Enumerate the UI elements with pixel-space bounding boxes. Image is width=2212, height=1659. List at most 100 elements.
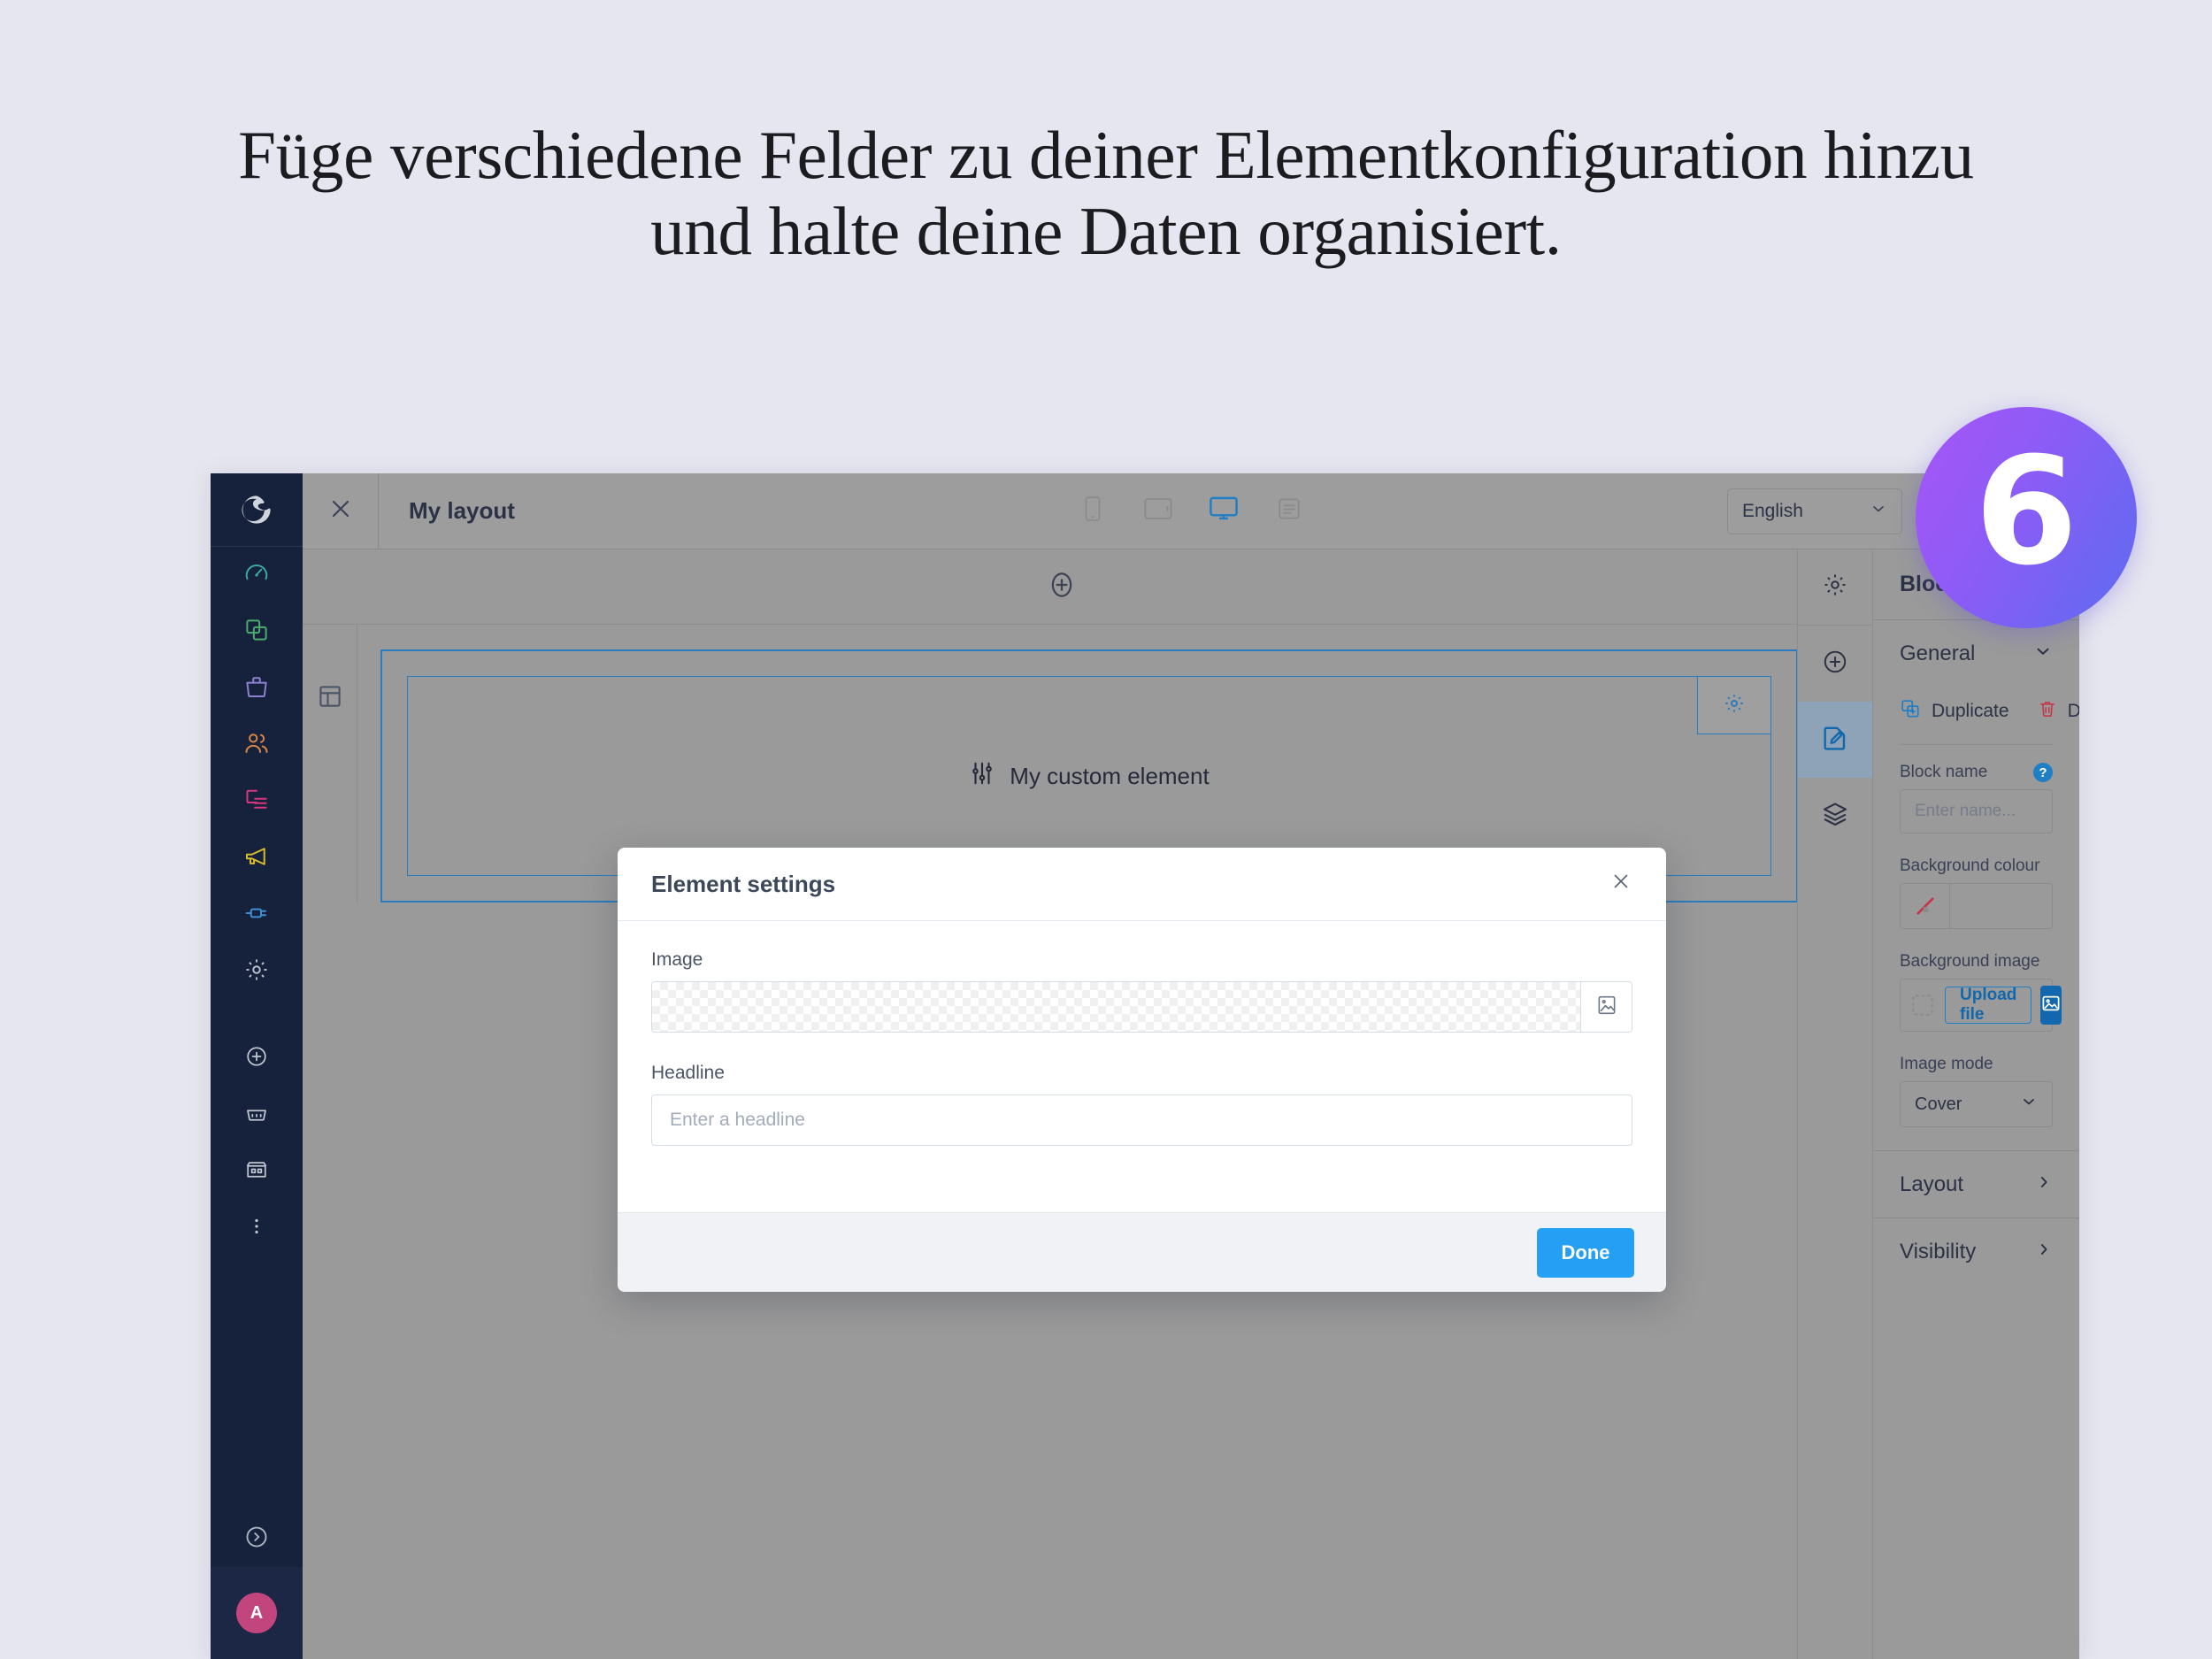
layout-title: My layout <box>409 497 515 524</box>
chevron-down-icon <box>1870 500 1887 523</box>
avatar-initial: A <box>236 1593 277 1633</box>
layout-columns-icon <box>317 683 343 902</box>
block-name-label: Block name <box>1900 763 1988 781</box>
image-icon <box>1595 994 1618 1021</box>
panel-section-visibility[interactable]: Visibility <box>1873 1217 2079 1285</box>
help-icon[interactable]: ? <box>2033 763 2053 782</box>
modal-headline-label: Headline <box>651 1063 725 1083</box>
device-tablet-button[interactable] <box>1138 491 1179 532</box>
bag-icon <box>243 673 270 704</box>
device-mobile-button[interactable] <box>1072 491 1113 532</box>
modal-footer: Done <box>618 1212 1666 1292</box>
modal-close-button[interactable] <box>1609 870 1632 898</box>
sliders-icon <box>969 760 995 793</box>
sidebar-quick-add[interactable] <box>211 1030 303 1087</box>
main-sidebar: A <box>211 473 303 1659</box>
speedometer-icon <box>243 560 270 591</box>
trash-icon <box>2038 699 2057 724</box>
sidebar-item-extensions[interactable] <box>211 887 303 943</box>
sidebar-quick-basket[interactable] <box>211 1087 303 1143</box>
modal-title: Element settings <box>651 870 836 897</box>
tablet-icon <box>1143 496 1173 526</box>
done-button[interactable]: Done <box>1537 1227 1634 1278</box>
store-icon <box>244 1157 269 1187</box>
modal-body: Image Headline Enter a headline <box>618 921 1666 1146</box>
duplicate-button[interactable]: Duplicate <box>1900 698 2009 725</box>
image-mode-value: Cover <box>1915 1094 1962 1114</box>
plug-icon <box>243 900 270 931</box>
image-mode-label: Image mode <box>1900 1055 1993 1073</box>
sidebar-expand-button[interactable] <box>211 1510 303 1567</box>
background-image-label: Background image <box>1900 952 2040 971</box>
sidebar-quick-more[interactable] <box>211 1200 303 1256</box>
section-type-indicator[interactable] <box>303 625 357 902</box>
version-badge: 6 <box>1916 407 2137 628</box>
version-badge-number: 6 <box>1974 425 2078 598</box>
modal-image-field[interactable] <box>651 981 1632 1033</box>
modal-headline-placeholder: Enter a headline <box>670 1110 805 1130</box>
mobile-icon <box>1081 495 1104 526</box>
language-select[interactable]: English <box>1727 488 1902 534</box>
chevron-right-circle-icon <box>243 1524 270 1555</box>
add-section-button[interactable] <box>303 549 1820 625</box>
rail-item-layers[interactable] <box>1798 778 1872 854</box>
sidebar-item-customers[interactable] <box>211 717 303 773</box>
image-placeholder-icon <box>1909 992 1936 1018</box>
sidebar-item-catalogues[interactable] <box>211 603 303 660</box>
sidebar-item-dashboard[interactable] <box>211 547 303 603</box>
sidebar-item-orders[interactable] <box>211 660 303 717</box>
rail-item-add-block[interactable] <box>1798 626 1872 702</box>
image-icon <box>2040 993 2062 1018</box>
element-settings-modal: Element settings Image Headline Enter a … <box>618 848 1666 1292</box>
rail-item-edit-block[interactable] <box>1798 702 1872 778</box>
modal-open-media-button[interactable] <box>1580 982 1632 1032</box>
sidebar-item-content[interactable] <box>211 773 303 830</box>
close-editor-button[interactable] <box>303 473 379 549</box>
close-icon <box>326 495 355 527</box>
sidebar-item-marketing[interactable] <box>211 830 303 887</box>
block-name-input[interactable]: Enter name... <box>1900 789 2053 833</box>
open-media-button[interactable] <box>2040 986 2062 1025</box>
rail-item-section-settings[interactable] <box>1798 549 1872 626</box>
chevron-down-icon <box>2020 1093 2038 1116</box>
block-outline[interactable]: My custom element <box>407 676 1771 876</box>
modal-header: Element settings <box>618 848 1666 921</box>
copy-icon <box>243 617 270 648</box>
panel-general-body: Duplicate Delete Block name ? <box>1873 687 2079 1127</box>
edit-document-icon <box>1821 724 1849 757</box>
custom-element-label: My custom element <box>1010 762 1210 789</box>
editor-topbar: My layout English <box>303 473 2079 549</box>
layers-icon <box>1821 800 1849 833</box>
device-desktop-button[interactable] <box>1203 491 1244 532</box>
avatar[interactable]: A <box>211 1567 303 1659</box>
panel-section-layout[interactable]: Layout <box>1873 1150 2079 1217</box>
sidebar-item-settings[interactable] <box>211 943 303 1000</box>
background-colour-field[interactable] <box>1900 883 2053 929</box>
modal-headline-input[interactable]: Enter a headline <box>651 1094 1632 1146</box>
image-mode-select[interactable]: Cover <box>1900 1081 2053 1127</box>
custom-element-label-wrap: My custom element <box>969 760 1210 793</box>
block-settings-button[interactable] <box>1697 676 1771 734</box>
panel-section-general[interactable]: General <box>1873 620 2079 687</box>
upload-file-button[interactable]: Upload file <box>1945 986 2032 1024</box>
delete-button[interactable]: Delete <box>2038 699 2079 724</box>
plus-circle-icon <box>1045 568 1079 606</box>
block-name-label-row: Block name ? <box>1900 763 2053 782</box>
no-colour-icon[interactable] <box>1901 884 1950 928</box>
more-vertical-icon <box>245 1215 268 1242</box>
page-title: Füge verschiedene Felder zu deiner Eleme… <box>238 117 1974 270</box>
duplicate-icon <box>1900 698 1921 725</box>
sidebar-quick-storefront[interactable] <box>211 1143 303 1200</box>
editor-tool-rail <box>1797 549 1873 1659</box>
language-select-value: English <box>1742 500 1803 521</box>
chevron-down-icon <box>2033 641 2053 667</box>
delete-label: Delete <box>2067 701 2079 721</box>
gear-icon <box>1822 572 1848 603</box>
shopware-logo-icon[interactable] <box>211 473 303 546</box>
chevron-right-icon <box>2035 1240 2053 1264</box>
users-icon <box>243 730 270 761</box>
device-list-button[interactable] <box>1269 491 1310 532</box>
plus-circle-icon <box>1821 648 1849 680</box>
background-image-field: Upload file <box>1900 979 2062 1032</box>
block-settings-panel: Block settings General <box>1873 549 2079 1659</box>
